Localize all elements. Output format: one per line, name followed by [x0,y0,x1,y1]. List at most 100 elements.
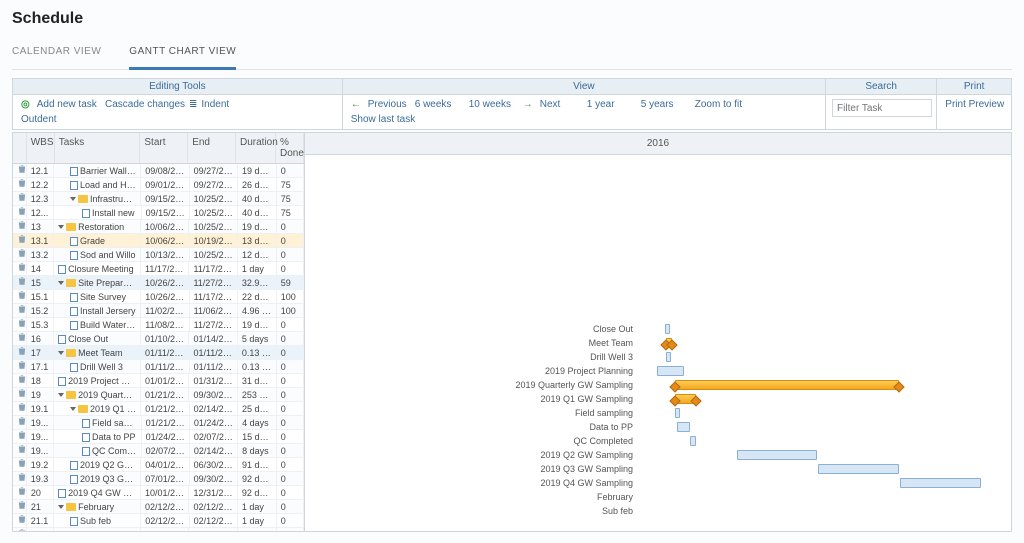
cell-task[interactable]: Site Preparation [54,276,141,290]
cell-start[interactable]: 04/01/2019 [141,458,189,472]
cell-task[interactable]: Close Out [54,332,141,346]
gantt-task-bar[interactable] [677,422,689,432]
cell-start[interactable]: 11/17/2014 [141,262,189,276]
cell-start[interactable]: 01/21/2019 [141,402,189,416]
indent-button[interactable]: ≣Indent [187,97,257,112]
delete-row-button[interactable] [17,374,27,384]
delete-row-button[interactable] [17,276,27,286]
expand-icon[interactable] [58,225,64,229]
table-row[interactable]: 19...QC Comple02/07/201902/14/20198 days… [13,444,304,458]
cell-start[interactable]: 01/10/2019 [141,332,189,346]
cell-start[interactable]: 07/01/2019 [141,472,189,486]
table-row[interactable]: 19...Data to PP01/24/201902/07/201915 da… [13,430,304,444]
table-row[interactable]: 19.12019 Q1 GW Sam01/21/201902/14/201925… [13,402,304,416]
cell-start[interactable]: 11/08/2014 [141,318,189,332]
five-years-button[interactable]: 5 years [639,97,679,112]
expand-icon[interactable] [58,281,64,285]
cell-start[interactable]: 01/21/2019 [141,388,189,402]
table-row[interactable]: 21.1Sub feb02/12/202002/12/20201 day0 [13,514,304,528]
cell-start[interactable]: 11/02/2014 [141,304,189,318]
cell-start[interactable]: 01/11/2019 [141,360,189,374]
col-duration[interactable]: Duration [236,133,276,163]
cell-end[interactable]: 10/25/2014 [189,220,237,234]
table-row[interactable]: 12.2Load and Hau09/01/201409/27/201426 d… [13,178,304,192]
table-row[interactable]: 13Restoration10/06/201410/25/201419 days… [13,220,304,234]
delete-row-button[interactable] [17,178,27,188]
cell-start[interactable]: 01/01/2019 [141,374,189,388]
delete-row-button[interactable] [17,192,27,202]
cell-end[interactable]: 02/07/2019 [190,430,238,444]
delete-row-button[interactable] [17,528,27,532]
tab-calendar-view[interactable]: CALENDAR VIEW [12,40,101,69]
delete-row-button[interactable] [17,416,27,426]
cell-start[interactable]: 01/11/2019 [141,346,189,360]
cell-task[interactable]: Sub feb [54,514,141,528]
table-row[interactable]: 19...Field sampl01/21/201901/24/20194 da… [13,416,304,430]
table-row[interactable]: 17Meet Team01/11/201901/11/20190.13 days… [13,346,304,360]
delete-row-button[interactable] [17,164,27,174]
cell-end[interactable]: 02/14/2019 [190,402,238,416]
table-row[interactable]: 222022 Sampling Task12/05/202212/21/2022… [13,528,304,531]
table-row[interactable]: 192019 Quarterly GW S01/21/201909/30/201… [13,388,304,402]
cell-task[interactable]: Closure Meeting [54,262,141,276]
cell-end[interactable]: 11/27/2014 [189,276,237,290]
table-row[interactable]: 15.1Site Survey10/26/201411/17/201422 da… [13,290,304,304]
table-row[interactable]: 17.1Drill Well 301/11/201901/11/20190.13… [13,360,304,374]
col-tasks[interactable]: Tasks [55,133,141,163]
cell-start[interactable]: 10/13/2014 [141,248,189,262]
delete-row-button[interactable] [17,444,27,454]
six-weeks-button[interactable]: 6 weeks [413,97,453,112]
cell-task[interactable]: Load and Hau [54,178,141,192]
expand-icon[interactable] [70,197,76,201]
cell-start[interactable]: 12/05/2022 [141,528,189,532]
table-row[interactable]: 15.2Install Jersery11/02/201411/06/20144… [13,304,304,318]
cell-end[interactable]: 02/12/2020 [190,514,238,528]
cell-end[interactable]: 11/27/2014 [190,318,238,332]
cell-start[interactable]: 02/12/2020 [141,500,189,514]
delete-row-button[interactable] [17,500,27,510]
cell-end[interactable]: 01/14/2019 [189,332,237,346]
gantt-chart[interactable]: 2016 Close OutMeet TeamDrill Well 32019 … [305,133,1011,531]
cell-start[interactable]: 10/26/2014 [141,290,189,304]
next-button[interactable]: →Next [521,97,571,112]
cell-task[interactable]: Data to PP [54,430,142,444]
expand-icon[interactable] [58,393,64,397]
cell-end[interactable]: 01/11/2019 [189,346,237,360]
table-row[interactable]: 13.2Sod and Willo10/13/201410/25/201412 … [13,248,304,262]
zoom-to-fit-button[interactable]: Zoom to fit [693,97,743,112]
cell-task[interactable]: Restoration [54,220,141,234]
cell-task[interactable]: 2019 Project Planning [54,374,141,388]
cell-end[interactable]: 02/12/2020 [189,500,237,514]
cell-end[interactable]: 02/14/2019 [190,444,238,458]
cell-start[interactable]: 01/21/2019 [142,416,190,430]
outdent-button[interactable]: Outdent [19,112,89,127]
add-new-task-button[interactable]: ◎Add new task [19,97,89,112]
col-done[interactable]: % Done [276,133,304,163]
tab-gantt-chart-view[interactable]: GANTT CHART VIEW [129,40,236,70]
delete-row-button[interactable] [17,458,27,468]
delete-row-button[interactable] [17,206,27,216]
expand-icon[interactable] [58,351,64,355]
cascade-changes-button[interactable]: Cascade changes [103,97,173,112]
table-row[interactable]: 19.22019 Q2 GW S04/01/201906/30/201991 d… [13,458,304,472]
cell-start[interactable]: 10/06/2014 [141,220,189,234]
cell-start[interactable]: 09/01/2014 [141,178,189,192]
table-row[interactable]: 202019 Q4 GW Samplin10/01/201912/31/2019… [13,486,304,500]
cell-start[interactable]: 10/01/2019 [141,486,189,500]
cell-start[interactable]: 02/12/2020 [141,514,189,528]
print-preview-button[interactable]: Print Preview [943,97,1005,112]
col-wbs[interactable]: WBS [27,133,55,163]
cell-task[interactable]: Infrastructure Imp [54,192,141,206]
gantt-task-bar[interactable] [818,464,899,474]
gantt-summary-bar[interactable] [675,380,899,390]
cell-end[interactable]: 01/24/2019 [190,416,238,430]
table-row[interactable]: 182019 Project Planning01/01/201901/31/2… [13,374,304,388]
cell-task[interactable]: 2019 Q4 GW Samplin [54,486,141,500]
col-end[interactable]: End [188,133,236,163]
gantt-task-bar[interactable] [675,408,680,418]
delete-row-button[interactable] [17,290,27,300]
table-row[interactable]: 12...Install new09/15/201410/25/201440 d… [13,206,304,220]
ten-weeks-button[interactable]: 10 weeks [467,97,507,112]
cell-task[interactable]: Grade [54,234,141,248]
cell-end[interactable]: 11/17/2014 [189,262,237,276]
